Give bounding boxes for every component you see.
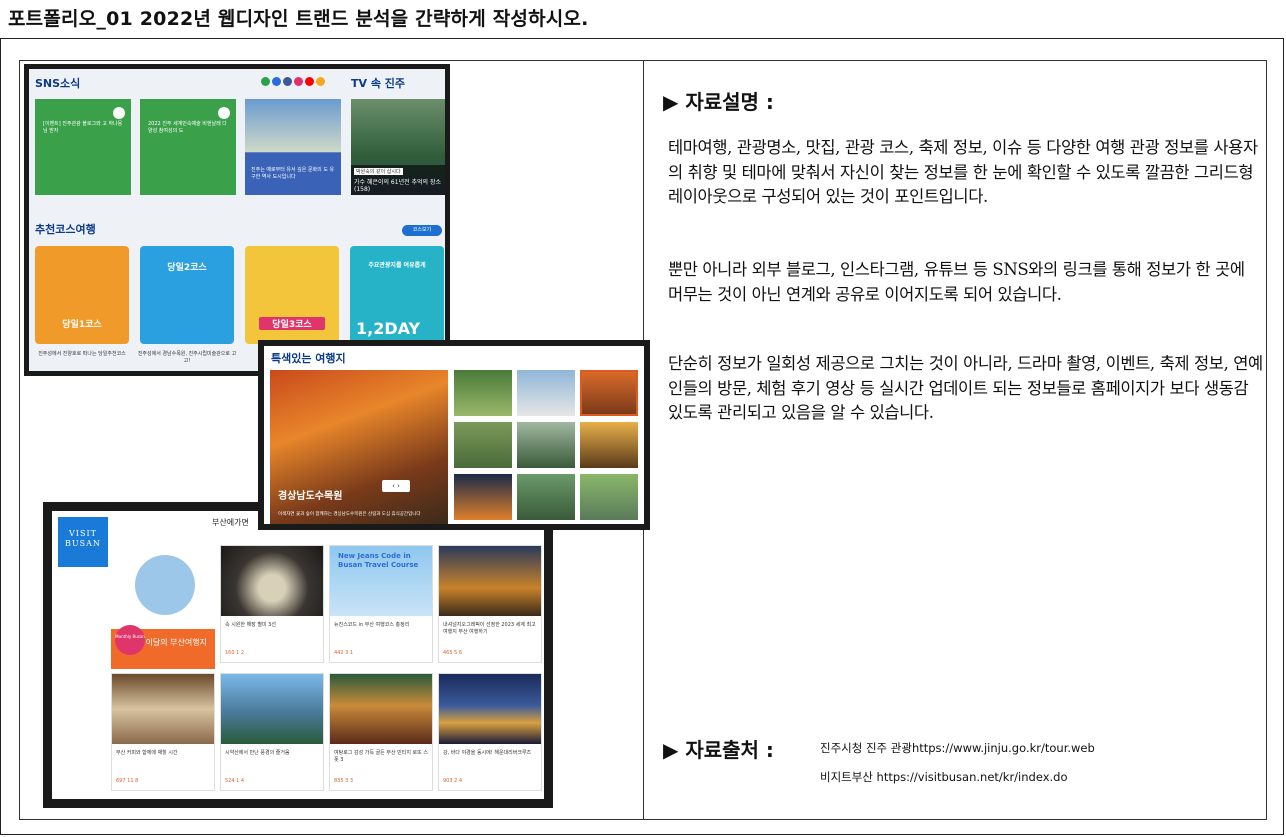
course-card-3[interactable]: 당일3코스 [245,246,339,344]
source-line-1: 진주시청 진주 관광https://www.jinju.go.kr/tour.w… [820,741,1095,755]
thumbnail[interactable] [454,370,512,416]
sns-section-title: SNS소식 [35,77,81,90]
description-paragraph-1: 테마여행, 관광명소, 맛집, 관광 코스, 축제 정보, 이슈 등 다양한 여… [668,138,1258,206]
card-title: 부산 커피와 함께에 채힐 시간 [116,750,178,756]
tv-caption-text: 가수 혜은이의 61년전 추억의 장소(158) [354,179,442,193]
card-image: New Jeans Code in Busan Travel Course [330,546,432,616]
monthly-badge: Monthly Busan [115,625,145,655]
youtube-icon [305,77,314,86]
thumbnail[interactable] [454,422,512,468]
course-card-4[interactable]: 주요관광지를 여유롭게 1,2DAY [350,246,444,344]
blog-icon [261,77,270,86]
card-title: 내셔널지오그래픽이 선정한 2023 세계 최고 여행지 부산 여행하기 [443,622,536,635]
card-meta: 524 1 4 [225,778,245,784]
sns-card: 2022 진주 세계민속예술 비엔날레 다양성 참여성의 도 [140,99,236,195]
list-item[interactable]: 여탕로그 감성 가득 골든 부산 빈티지 로또 스폿 3 835 3 3 [329,673,433,791]
card-image [439,674,541,744]
destination-desc: 이색자연 꽃과 숲이 함께하는 경상남도수목원은 산림과 도심 휴식공간입니다 [278,512,421,517]
card-image [221,546,323,616]
top-text: 부산에가면 [212,518,249,527]
photo-card-text: 진주는 예로부터 유서 깊은 문화의 도 유구한 역사 도시입니다 [245,161,341,195]
list-item[interactable]: 강, 바다 야경을 동시에! 해운대리버크루즈 903 2 4 [438,673,542,791]
course-caption: 진주성에서 경남수목원, 진주시립미술관으로 고고! [137,351,237,364]
list-item[interactable]: New Jeans Code in Busan Travel Course 뉴진… [329,545,433,663]
course-card-2[interactable]: 당일2코스 [140,246,234,344]
course-label: 1,2DAY [356,319,421,338]
course-label: 당일1코스 [62,320,102,330]
description-paragraph-2: 뿐만 아니라 외부 블로그, 인스타그램, 유튜브 등 SNS와의 링크를 통해… [668,260,1245,304]
card-image [112,674,214,744]
thumbnail[interactable] [517,474,575,520]
source-heading: ▶ 자료출처 : [663,738,774,762]
course-caption: 진주성에서 진양호로 떠나는 당일추천코스 [38,351,126,357]
card-title: 강, 바다 야경을 동시에! 해운대리버크루즈 [443,750,532,756]
facebook-icon [283,77,292,86]
thumbnail[interactable] [517,422,575,468]
sns-icons [261,77,325,86]
card-image [221,674,323,744]
thumbnail[interactable] [580,474,638,520]
tv-section-title: TV 속 진주 [351,77,406,90]
course-view-button[interactable]: 코스보기 [402,225,442,236]
card-meta: 903 2 4 [443,778,463,784]
card-image [439,546,541,616]
instagram-icon [294,77,303,86]
blog-badge-icon [113,107,125,119]
thumbnail[interactable] [454,474,512,520]
card-meta: 442 3 1 [334,650,354,656]
card-title: 시약산에서 만난 풍경의 즐거움 [225,750,290,756]
course-top-text: 주요관광지를 여유롭게 [368,262,426,269]
visitbusan-logo[interactable]: VISIT BUSAN [58,517,108,567]
thumbnail[interactable] [517,370,575,416]
card-meta: 160 1 2 [225,650,245,656]
sns-card: [이벤트] 진주관광 블로그와 고 하나몽님 받자 [35,99,131,195]
visitbusan-site-screenshot: VISIT BUSAN 부산에가면 Monthly Busan 이달의 부산여행… [43,502,553,808]
card-title: 여탕로그 감성 가득 골든 부산 빈티지 로또 스폿 3 [334,750,428,763]
card-image [330,674,432,744]
sns-card-text: [이벤트] 진주관광 블로그와 고 하나몽님 받자 [43,121,123,134]
banner-text: New Jeans Code in Busan Travel Course [338,552,419,569]
blog-badge-icon [218,107,230,119]
slider-arrows[interactable]: ‹ › [382,480,410,492]
card-meta: 465 5 6 [443,650,463,656]
band-icon [272,77,281,86]
travellers-illustration [135,555,195,615]
tv-caption-tag: 박원숙의 같이 삽시다 [354,168,403,175]
thumbnail[interactable] [580,422,638,468]
course-section-title: 추천코스여행 [35,223,96,236]
thumbnail-selected[interactable] [580,370,638,416]
description-paragraph-3: 단순히 정보가 일회성 제공으로 그치는 것이 아니라, 드라마 촬영, 이벤트… [668,354,1263,422]
card-title: 뉴진스코드 in 부산 여행코스 총정리 [334,622,410,628]
description-heading: ▶ 자료설명 : [663,90,774,114]
tv-caption: 박원숙의 같이 삽시다 가수 혜은이의 61년전 추억의 장소(158) [351,165,445,195]
sns-photo-card: 진주는 예로부터 유서 깊은 문화의 도 유구한 역사 도시입니다 [245,99,341,195]
sns-card-text: 2022 진주 세계민속예술 비엔날레 다양성 참여성의 도 [148,121,227,134]
page-title: 포트폴리오_01 2022년 웹디자인 트랜드 분석을 간략하게 작성하시오. [8,8,589,30]
list-item[interactable]: 내셔널지오그래픽이 선정한 2023 세계 최고 여행지 부산 여행하기 465… [438,545,542,663]
jinju-site-screenshot: SNS소식 TV 속 진주 [이벤트] 진주관광 블로그와 고 하나몽님 받자 … [24,64,450,376]
kakao-icon [316,77,325,86]
course-label: 당일2코스 [167,263,207,273]
destination-name: 경상남도수목원 [278,491,343,502]
list-item[interactable]: 속 시원한 해장 별미 3선 160 1 2 [220,545,324,663]
source-line-2: 비지트부산 https://visitbusan.net/kr/index.do [820,770,1068,784]
list-item[interactable]: 부산 커피와 함께에 채힐 시간 697 11 8 [111,673,215,791]
tv-video-card[interactable]: 박원숙의 같이 삽시다 가수 혜은이의 61년전 추억의 장소(158) [351,99,445,195]
card-title: 속 시원한 해장 별미 3선 [225,622,276,628]
list-item[interactable]: 시약산에서 만난 풍경의 즐거움 524 1 4 [220,673,324,791]
course-card-1[interactable]: 당일1코스 [35,246,129,344]
card-meta: 697 11 8 [116,778,139,784]
main-destination-photo[interactable]: ‹ › 경상남도수목원 이색자연 꽃과 숲이 함께하는 경상남도수목원은 산림과… [270,370,448,524]
card-meta: 835 3 3 [334,778,354,784]
featured-destinations-screenshot: 특색있는 여행지 ‹ › 경상남도수목원 이색자연 꽃과 숲이 함께하는 경상남… [258,340,650,530]
monthly-feature-card[interactable]: Monthly Busan 이달의 부산여행지 [111,547,215,669]
course-label: 당일3코스 [259,317,325,330]
featured-section-title: 특색있는 여행지 [271,352,346,365]
